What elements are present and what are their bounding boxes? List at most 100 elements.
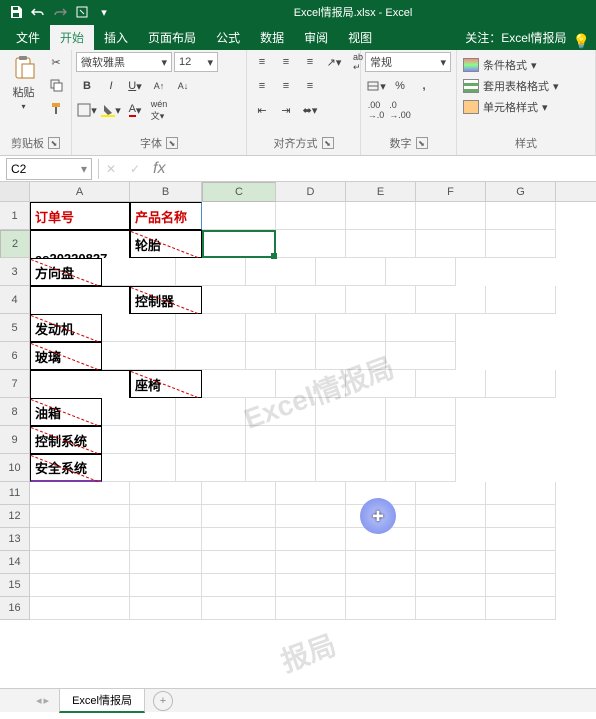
cell-G15[interactable] — [486, 574, 556, 597]
redo-icon[interactable] — [50, 2, 70, 22]
cell-F7[interactable] — [416, 370, 486, 398]
row-header[interactable]: 15 — [0, 574, 30, 597]
cell-B5[interactable]: 发动机 — [30, 314, 102, 342]
cell-B13[interactable] — [130, 528, 202, 551]
cell-A11[interactable] — [30, 482, 130, 505]
row-header[interactable]: 8 — [0, 398, 30, 426]
cell-A12[interactable] — [30, 505, 130, 528]
row-header[interactable]: 3 — [0, 258, 30, 286]
font-color-icon[interactable]: A▾ — [124, 100, 146, 120]
cell-D9[interactable] — [176, 426, 246, 454]
grid-rows[interactable]: 1订单号产品名称2as20220827轮胎3方向盘4as20220830控制器5… — [0, 202, 596, 620]
cell-B3[interactable]: 方向盘 — [30, 258, 102, 286]
cell-D4[interactable] — [276, 286, 346, 314]
row-header[interactable]: 10 — [0, 454, 30, 482]
cell-E9[interactable] — [246, 426, 316, 454]
cell-B16[interactable] — [130, 597, 202, 620]
sheet-tab[interactable]: Excel情报局 — [59, 688, 145, 713]
row-header[interactable]: 4 — [0, 286, 30, 314]
cell-C16[interactable] — [202, 597, 276, 620]
font-size-select[interactable]: 12▾ — [174, 52, 218, 72]
cell-C7[interactable] — [202, 370, 276, 398]
increase-indent-icon[interactable]: ⇥ — [275, 100, 297, 120]
cell-C2[interactable] — [202, 230, 276, 258]
row-header[interactable]: 11 — [0, 482, 30, 505]
cell-D15[interactable] — [276, 574, 346, 597]
touch-mode-icon[interactable] — [72, 2, 92, 22]
column-header-D[interactable]: D — [276, 182, 346, 201]
bold-icon[interactable]: B — [76, 76, 98, 96]
cell-B8[interactable]: 油箱 — [30, 398, 102, 426]
cell-E1[interactable] — [346, 202, 416, 230]
conditional-format-button[interactable]: 条件格式▾ — [461, 56, 539, 74]
format-as-table-button[interactable]: 套用表格格式▾ — [461, 77, 561, 95]
row-header[interactable]: 1 — [0, 202, 30, 230]
row-header[interactable]: 12 — [0, 505, 30, 528]
cell-G1[interactable] — [486, 202, 556, 230]
tab-page-layout[interactable]: 页面布局 — [138, 25, 206, 50]
cell-D6[interactable] — [176, 342, 246, 370]
cell-B7[interactable]: 座椅 — [130, 370, 202, 398]
cell-E16[interactable] — [346, 597, 416, 620]
cell-G16[interactable] — [486, 597, 556, 620]
cell-B2[interactable]: 轮胎 — [130, 230, 202, 258]
cell-F8[interactable] — [316, 398, 386, 426]
cell-B15[interactable] — [130, 574, 202, 597]
cell-D13[interactable] — [276, 528, 346, 551]
save-icon[interactable] — [6, 2, 26, 22]
tab-data[interactable]: 数据 — [250, 25, 294, 50]
phonetic-icon[interactable]: wén文▾ — [148, 100, 170, 120]
orientation-icon[interactable]: ↗▾ — [323, 52, 345, 72]
cell-F16[interactable] — [416, 597, 486, 620]
tab-review[interactable]: 审阅 — [294, 25, 338, 50]
row-header[interactable]: 13 — [0, 528, 30, 551]
cell-A13[interactable] — [30, 528, 130, 551]
cell-C15[interactable] — [202, 574, 276, 597]
cell-B12[interactable] — [130, 505, 202, 528]
tab-view[interactable]: 视图 — [338, 25, 382, 50]
align-right-icon[interactable]: ≡ — [299, 76, 321, 96]
column-header-G[interactable]: G — [486, 182, 556, 201]
cell-G13[interactable] — [486, 528, 556, 551]
cell-B4[interactable]: 控制器 — [130, 286, 202, 314]
column-header-E[interactable]: E — [346, 182, 416, 201]
align-top-icon[interactable]: ≡ — [251, 52, 273, 72]
font-name-select[interactable]: 微软雅黑▾ — [76, 52, 172, 72]
cell-D3[interactable] — [176, 258, 246, 286]
row-header[interactable]: 6 — [0, 342, 30, 370]
cell-G14[interactable] — [486, 551, 556, 574]
cell-D16[interactable] — [276, 597, 346, 620]
column-header-C[interactable]: C — [202, 182, 276, 202]
font-launcher-icon[interactable]: ⬊ — [166, 137, 178, 149]
cell-F15[interactable] — [416, 574, 486, 597]
cell-A1[interactable]: 订单号 — [30, 202, 130, 230]
cell-E8[interactable] — [246, 398, 316, 426]
cell-F5[interactable] — [316, 314, 386, 342]
decrease-font-icon[interactable]: A↓ — [172, 76, 194, 96]
name-box[interactable]: C2▾ — [6, 158, 92, 180]
tab-formulas[interactable]: 公式 — [206, 25, 250, 50]
percent-icon[interactable]: % — [389, 76, 411, 96]
subscribe-label[interactable]: 关注：Excel情报局 — [459, 25, 572, 50]
align-middle-icon[interactable]: ≡ — [275, 52, 297, 72]
cell-B14[interactable] — [130, 551, 202, 574]
cell-F1[interactable] — [416, 202, 486, 230]
cell-F3[interactable] — [316, 258, 386, 286]
cell-B10[interactable]: 安全系统 — [30, 454, 102, 482]
border-icon[interactable]: ▾ — [76, 100, 98, 120]
formula-input[interactable] — [171, 162, 596, 176]
cell-G3[interactable] — [386, 258, 456, 286]
align-left-icon[interactable]: ≡ — [251, 76, 273, 96]
decrease-decimal-icon[interactable]: .0→.00 — [389, 100, 411, 120]
cell-F12[interactable] — [416, 505, 486, 528]
cell-B6[interactable]: 玻璃 — [30, 342, 102, 370]
format-painter-icon[interactable] — [45, 98, 67, 118]
cell-G11[interactable] — [486, 482, 556, 505]
cell-C12[interactable] — [202, 505, 276, 528]
sheet-nav-prev-icon[interactable]: ◂ — [36, 694, 42, 707]
column-header-A[interactable]: A — [30, 182, 130, 201]
cell-C11[interactable] — [202, 482, 276, 505]
sheet-nav-next-icon[interactable]: ▸ — [44, 694, 50, 707]
cell-G6[interactable] — [386, 342, 456, 370]
cell-D7[interactable] — [276, 370, 346, 398]
